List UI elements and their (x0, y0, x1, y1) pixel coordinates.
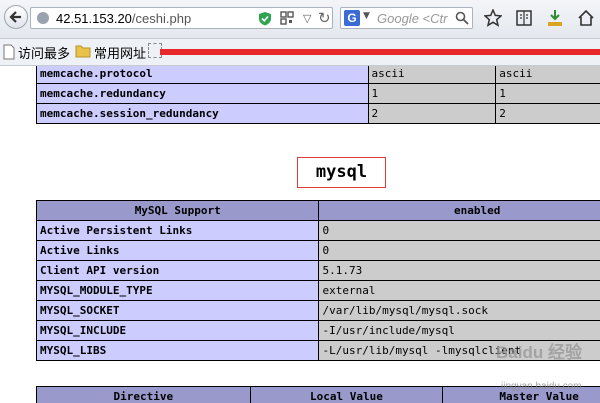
key-cell: MYSQL_INCLUDE (35, 320, 320, 341)
search-icon[interactable] (455, 11, 469, 25)
master-value-cell: 1 (495, 83, 600, 104)
master-value-cell: 2 (495, 103, 600, 124)
table-row: MYSQL_MODULE_TYPE external (35, 280, 600, 301)
directive-cell: memcache.protocol (36, 66, 369, 84)
value-cell: external (318, 280, 600, 301)
table-row: memcache.protocol ascii ascii (36, 66, 600, 84)
value-cell: 0 (318, 220, 600, 241)
bookmark-most-visited[interactable]: 访问最多 (18, 43, 70, 62)
google-icon[interactable]: G (344, 10, 360, 26)
home-icon[interactable] (577, 9, 595, 27)
header-cell: Directive (36, 386, 251, 403)
key-cell: MYSQL_SOCKET (35, 300, 320, 321)
local-value-cell: ascii (367, 66, 497, 84)
mysql-table: MySQL Support enabled Active Persistent … (35, 200, 600, 361)
download-icon[interactable] (546, 9, 564, 27)
value-cell: 0 (318, 240, 600, 261)
refresh-icon[interactable]: ↻ (318, 9, 331, 27)
local-value-cell: 1 (367, 83, 497, 104)
star-icon[interactable] (484, 9, 502, 27)
table-row: Client API version 5.1.73 (35, 260, 600, 281)
value-cell: 5.1.73 (318, 260, 600, 281)
folder-icon (75, 45, 91, 58)
watermark-url: jingyan.baidu.com (501, 381, 582, 392)
watermark: Baidu 经验 (496, 343, 582, 362)
shield-icon[interactable] (258, 11, 272, 26)
master-value-cell: ascii (495, 66, 600, 84)
address-bar[interactable]: 42.51.153.20/ceshi.php ▽ ↻ (30, 7, 333, 29)
value-cell: /var/lib/mysql/mysql.sock (318, 300, 600, 321)
redaction-bar (160, 49, 600, 55)
header-cell: enabled (318, 200, 600, 221)
memcache-table: memcache.protocol ascii ascii memcache.r… (36, 66, 600, 124)
url-dropdown-icon[interactable]: ▽ (303, 12, 311, 25)
table-header-row: MySQL Support enabled (35, 200, 600, 221)
table-row: memcache.session_redundancy 2 2 (36, 103, 600, 124)
table-row: Active Persistent Links 0 (35, 220, 600, 241)
search-bar[interactable]: G ▼ Google <Ctr (340, 7, 473, 29)
globe-icon (37, 12, 49, 24)
key-cell: Client API version (35, 260, 320, 281)
qr-code-icon[interactable] (280, 11, 294, 25)
table-row: MYSQL_SOCKET /var/lib/mysql/mysql.sock (35, 300, 600, 321)
header-cell: MySQL Support (35, 200, 320, 221)
key-cell: MYSQL_LIBS (35, 340, 320, 361)
key-cell: Active Links (35, 240, 320, 261)
back-arrow-icon (9, 11, 21, 23)
local-value-cell: 2 (367, 103, 497, 124)
url-text: 42.51.153.20/ceshi.php (56, 11, 192, 26)
key-cell: Active Persistent Links (35, 220, 320, 241)
directive-cell: memcache.redundancy (36, 83, 369, 104)
search-placeholder: Google <Ctr (377, 11, 448, 26)
reading-list-icon[interactable] (515, 9, 533, 27)
table-row: memcache.redundancy 1 1 (36, 83, 600, 104)
header-cell: Local Value (249, 386, 444, 403)
table-row: Active Links 0 (35, 240, 600, 261)
bookmark-page-icon (3, 44, 15, 60)
directive-cell: memcache.session_redundancy (36, 103, 369, 124)
key-cell: MYSQL_MODULE_TYPE (35, 280, 320, 301)
back-button[interactable] (4, 5, 28, 29)
engine-dropdown-icon[interactable]: ▼ (363, 11, 370, 21)
browser-toolbar: 42.51.153.20/ceshi.php ▽ ↻ G ▼ Google <C… (0, 0, 600, 39)
mysql-section-title[interactable]: mysql (297, 157, 386, 188)
bookmark-common-sites[interactable]: 常用网址 (94, 43, 146, 62)
